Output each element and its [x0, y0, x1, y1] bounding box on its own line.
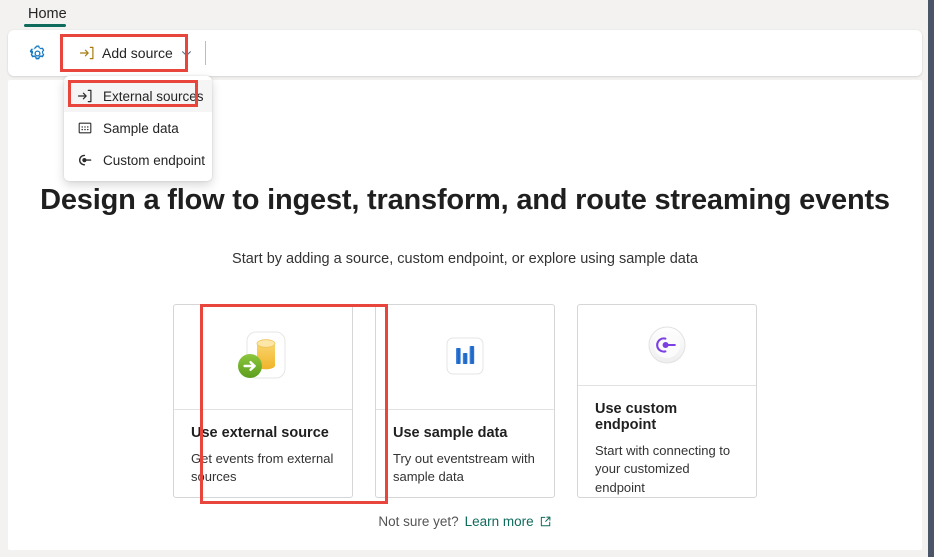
card-media: [376, 305, 554, 410]
not-sure-footer: Not sure yet? Learn more: [8, 514, 922, 529]
settings-button[interactable]: [21, 37, 53, 69]
endpoint-icon: [76, 152, 93, 169]
menu-item-label: External sources: [103, 88, 204, 104]
learn-more-label: Learn more: [464, 514, 534, 529]
menu-item-label: Custom endpoint: [103, 152, 206, 168]
bar-chart-icon: [436, 330, 494, 384]
arrow-into-bracket-icon: [76, 88, 93, 105]
add-source-menu: External sources Sample data Custom endp…: [64, 76, 212, 181]
dotted-square-icon: [76, 120, 93, 137]
card-title: Use external source: [191, 425, 329, 441]
external-link-icon: [539, 515, 552, 528]
page-title: Design a flow to ingest, transform, and …: [40, 184, 890, 216]
card-body: Use external source Get events from exte…: [174, 410, 352, 497]
custom-endpoint-icon: [638, 318, 696, 372]
menu-item-custom-endpoint[interactable]: Custom endpoint: [64, 144, 212, 176]
tab-home-active-indicator: [24, 24, 66, 27]
tab-home-label: Home: [28, 6, 67, 22]
add-source-button[interactable]: Add source: [70, 36, 203, 70]
arrow-into-bracket-icon: [79, 45, 95, 61]
learn-more-link[interactable]: Learn more: [465, 514, 552, 529]
app-window: Home Add source External sources Sample …: [0, 0, 934, 557]
card-use-external-source[interactable]: Use external source Get events from exte…: [173, 304, 353, 498]
source-card-list: Use external source Get events from exte…: [8, 304, 922, 498]
footer-prompt: Not sure yet?: [378, 514, 459, 529]
card-description: Start with connecting to your customized…: [595, 442, 731, 495]
card-title: Use sample data: [393, 425, 508, 441]
card-media: [578, 305, 756, 386]
card-use-sample-data[interactable]: Use sample data Try out eventstream with…: [375, 304, 555, 498]
chevron-down-icon: [180, 47, 193, 60]
card-title: Use custom endpoint: [595, 400, 678, 433]
gear-icon: [28, 44, 47, 63]
menu-item-label: Sample data: [103, 120, 179, 136]
card-body: Use sample data Try out eventstream with…: [376, 410, 554, 497]
add-source-label: Add source: [102, 45, 173, 61]
page-subtitle: Start by adding a source, custom endpoin…: [232, 251, 698, 267]
toolbar-divider: [205, 41, 206, 65]
card-description: Try out eventstream with sample data: [393, 451, 535, 485]
database-with-green-arrow-icon: [231, 328, 295, 386]
menu-item-sample-data[interactable]: Sample data: [64, 112, 212, 144]
card-description: Get events from external sources: [191, 451, 334, 485]
ribbon-tab-strip: Home: [0, 0, 928, 28]
card-use-custom-endpoint[interactable]: Use custom endpoint Start with connectin…: [577, 304, 757, 498]
menu-item-external-sources[interactable]: External sources: [64, 80, 212, 112]
card-media: [174, 305, 352, 410]
toolbar: Add source: [8, 30, 922, 76]
card-body: Use custom endpoint Start with connectin…: [578, 386, 756, 497]
